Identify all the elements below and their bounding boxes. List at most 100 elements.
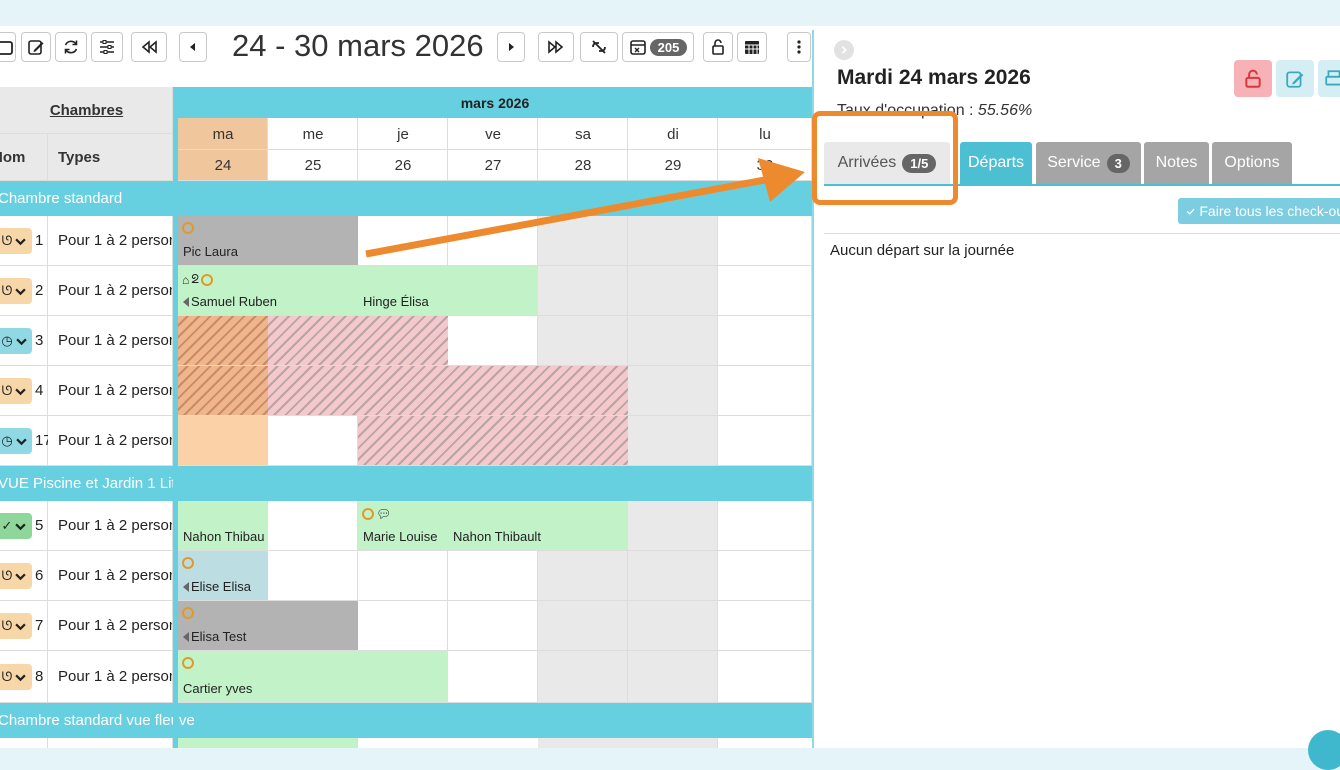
day-dow: ma bbox=[212, 125, 234, 143]
day-cell[interactable] bbox=[268, 416, 358, 466]
room-status-dropdown[interactable]: ᘎ bbox=[0, 278, 32, 304]
day-cell[interactable] bbox=[448, 601, 538, 651]
calendar-grid-button[interactable] bbox=[737, 32, 767, 62]
filters-button[interactable] bbox=[91, 32, 123, 62]
room-status-dropdown[interactable]: ✓ bbox=[0, 513, 32, 539]
continues-left-icon bbox=[183, 631, 189, 642]
day-cell[interactable] bbox=[718, 266, 812, 316]
next-week-button[interactable] bbox=[538, 32, 574, 62]
day-cell[interactable] bbox=[448, 651, 538, 703]
booking-block[interactable]: Elisa Test bbox=[178, 601, 358, 650]
weekend-cell[interactable] bbox=[628, 551, 718, 601]
room-type: Pour 1 à 2 personnes bbox=[48, 601, 173, 651]
annotation-highlight bbox=[812, 111, 958, 205]
tab-departs[interactable]: Départs bbox=[960, 142, 1032, 184]
floating-help-button[interactable] bbox=[1308, 730, 1340, 770]
day-cell[interactable] bbox=[718, 551, 812, 601]
day-cell[interactable] bbox=[718, 416, 812, 466]
rooms-header-label[interactable]: Chambres bbox=[0, 87, 173, 134]
booking-block[interactable]: Nahon Thibault bbox=[448, 501, 628, 550]
tab-options[interactable]: Options bbox=[1212, 142, 1292, 184]
unlock-day-button[interactable] bbox=[1234, 60, 1272, 97]
day-cell[interactable] bbox=[718, 501, 812, 551]
next-day-button[interactable] bbox=[497, 32, 525, 62]
blocked-cell[interactable] bbox=[358, 416, 628, 465]
room-status-dropdown[interactable]: ᘎ bbox=[0, 613, 32, 639]
day-cell[interactable] bbox=[718, 651, 812, 703]
prev-week-button[interactable] bbox=[131, 32, 167, 62]
day-cell[interactable] bbox=[358, 551, 448, 601]
booking-block[interactable] bbox=[178, 738, 358, 748]
prev-day-button[interactable] bbox=[179, 32, 207, 62]
guest-name: Hinge Élisa bbox=[363, 294, 429, 309]
refresh-button[interactable] bbox=[55, 32, 87, 62]
weekend-cell[interactable] bbox=[628, 266, 718, 316]
room-status-dropdown[interactable]: ᘎ bbox=[0, 563, 32, 589]
day-cell[interactable] bbox=[718, 316, 812, 366]
booking-block[interactable]: Nahon Thibau bbox=[178, 501, 268, 550]
unpaid-circle-icon bbox=[182, 557, 194, 569]
more-menu-button[interactable] bbox=[787, 32, 811, 62]
calendar-icon bbox=[0, 41, 13, 55]
weekend-cell[interactable] bbox=[538, 551, 628, 601]
weekend-cell[interactable] bbox=[628, 501, 718, 551]
booking-block[interactable]: Cartier yves bbox=[178, 651, 448, 702]
tab-notes[interactable]: Notes bbox=[1144, 142, 1209, 184]
weekend-cell[interactable] bbox=[538, 651, 628, 703]
tab-service[interactable]: Service 3 bbox=[1036, 142, 1141, 184]
day-cell[interactable] bbox=[718, 366, 812, 416]
room-number: 8 bbox=[35, 668, 44, 685]
room-status-dropdown[interactable]: ᘎ bbox=[0, 378, 32, 404]
room-number: 1 bbox=[35, 232, 44, 249]
unlink-button[interactable] bbox=[580, 32, 618, 62]
booking-block[interactable]: ⌂ ᘖ Samuel Ruben bbox=[178, 266, 358, 315]
booking-block[interactable]: 💬︎ Marie Louise bbox=[358, 501, 448, 550]
comment-icon: 💬︎ bbox=[376, 507, 392, 521]
collapse-panel-button[interactable] bbox=[834, 40, 854, 60]
booking-block[interactable]: Hinge Élisa bbox=[358, 266, 538, 315]
weekend-cell[interactable] bbox=[628, 316, 718, 366]
checkout-all-button[interactable]: Faire tous les check-out bbox=[1178, 198, 1340, 224]
day-cell[interactable] bbox=[448, 316, 538, 366]
day-cell[interactable] bbox=[358, 601, 448, 651]
day-cell[interactable] bbox=[448, 551, 538, 601]
print-button[interactable] bbox=[1318, 60, 1340, 97]
booking-icons: ⌂ ᘖ bbox=[182, 272, 214, 287]
guest-name: Marie Louise bbox=[363, 529, 438, 544]
booking-block[interactable]: Elise Elisa bbox=[178, 551, 268, 600]
day-cell[interactable] bbox=[268, 501, 358, 551]
weekend-cell[interactable] bbox=[538, 316, 628, 366]
chevron-right-icon bbox=[841, 46, 847, 54]
day-cell[interactable] bbox=[718, 601, 812, 651]
room-status-dropdown[interactable]: ᘎ bbox=[0, 664, 32, 690]
room-number: 5 bbox=[35, 517, 44, 534]
type-cell bbox=[48, 738, 173, 748]
weekend-cell[interactable] bbox=[628, 366, 718, 416]
category-label: Chambre standard bbox=[0, 190, 123, 207]
room-status-dropdown[interactable]: ◷ bbox=[0, 328, 32, 354]
room-type: Pour 1 à 2 personnes bbox=[48, 501, 173, 551]
room-status-dropdown[interactable]: ᘎ bbox=[0, 228, 32, 254]
room-status-dropdown[interactable]: ◷ bbox=[0, 428, 32, 454]
weekend-cell[interactable] bbox=[628, 651, 718, 703]
chevron-down-icon bbox=[15, 438, 27, 445]
calendar-small-button[interactable] bbox=[0, 32, 16, 62]
booking-block[interactable]: Pic Laura bbox=[178, 216, 358, 265]
calendar-count-button[interactable]: 205 bbox=[622, 32, 694, 62]
weekend-cell[interactable] bbox=[628, 601, 718, 651]
blocked-cell[interactable] bbox=[178, 366, 268, 415]
category-label: VUE Piscine et Jardin 1 Lit bbox=[0, 475, 176, 492]
day-cell[interactable] bbox=[268, 551, 358, 601]
weekend-cell[interactable] bbox=[538, 601, 628, 651]
today-cell[interactable] bbox=[178, 416, 268, 465]
key-icon: ᘎ bbox=[1, 568, 13, 583]
blocked-cell[interactable] bbox=[268, 366, 628, 415]
annotation-arrow bbox=[365, 158, 805, 258]
weekend-cell[interactable] bbox=[538, 266, 628, 316]
weekend-cell[interactable] bbox=[628, 416, 718, 466]
edit-day-button[interactable] bbox=[1276, 60, 1314, 97]
blocked-cell[interactable] bbox=[178, 316, 268, 365]
blocked-cell[interactable] bbox=[268, 316, 448, 365]
lock-button[interactable] bbox=[703, 32, 733, 62]
edit-button[interactable] bbox=[21, 32, 51, 62]
